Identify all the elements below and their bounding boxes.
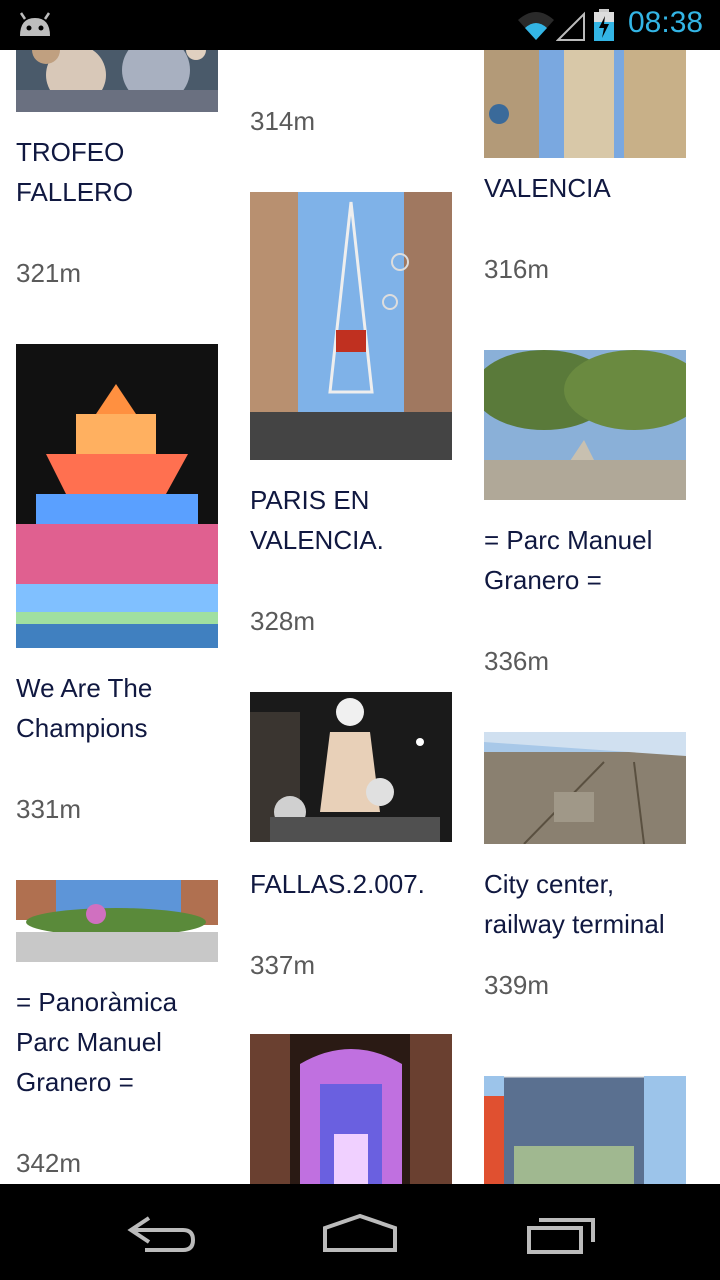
photo-thumbnail[interactable] [16, 50, 218, 112]
photo-distance: 331m [16, 794, 82, 824]
home-icon[interactable] [315, 1204, 405, 1260]
photo-title: = Parc Manuel Granero = [484, 525, 653, 595]
status-time: 08:38 [628, 6, 704, 39]
photo-grid[interactable]: TROFEO FALLERO 321m We Are The Champions [0, 50, 720, 1184]
photo-thumbnail[interactable] [484, 350, 686, 500]
photo-title: FALLAS.2.007. [250, 869, 425, 899]
android-icon [19, 12, 51, 36]
photo-distance: 337m [250, 950, 316, 980]
status-bar: 08:38 [0, 0, 720, 50]
photo-thumbnail[interactable] [484, 732, 686, 844]
photo-thumbnail[interactable] [250, 192, 452, 460]
photo-thumbnail[interactable] [16, 880, 218, 962]
photo-distance: 336m [484, 646, 550, 676]
photo-distance: 316m [484, 254, 550, 284]
photo-title: VALENCIA [484, 173, 611, 203]
battery-icon [594, 9, 614, 41]
photo-distance: 328m [250, 606, 316, 636]
photo-distance: 342m [16, 1148, 82, 1178]
photo-title: PARIS EN VALENCIA. [250, 485, 384, 555]
photo-thumbnail[interactable] [250, 1034, 452, 1184]
navigation-bar [0, 1184, 720, 1280]
photo-title: TROFEO FALLERO [16, 137, 134, 207]
photo-distance: 339m [484, 970, 550, 1000]
photo-thumbnail[interactable] [484, 50, 686, 158]
photo-distance: 314m [250, 106, 316, 136]
recents-icon[interactable] [517, 1204, 607, 1260]
back-icon[interactable] [115, 1204, 205, 1260]
photo-distance: 321m [16, 258, 82, 288]
photo-title: City center, railway terminal [484, 869, 665, 939]
photo-thumbnail[interactable] [16, 344, 218, 648]
photo-thumbnail[interactable] [250, 692, 452, 842]
wifi-icon [518, 12, 554, 40]
signal-icon [556, 11, 585, 41]
photo-thumbnail[interactable] [484, 1076, 686, 1184]
photo-title: We Are The Champions [16, 673, 153, 743]
photo-title: = Panoràmica Parc Manuel Granero = [16, 987, 178, 1097]
